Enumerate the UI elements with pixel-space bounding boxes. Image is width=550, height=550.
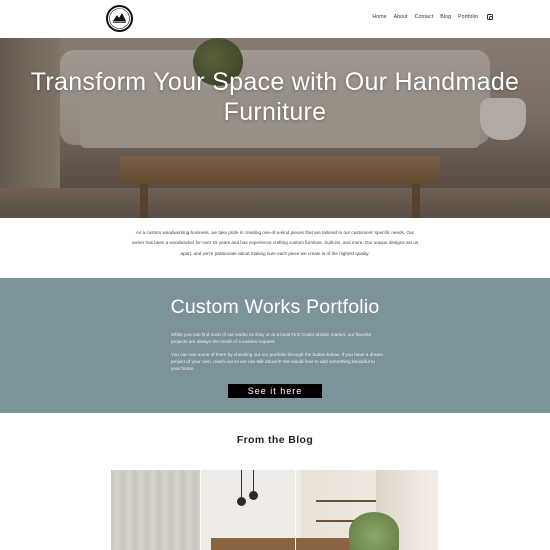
see-it-here-button[interactable]: See it here (228, 384, 322, 398)
hero-overlay (0, 38, 550, 218)
hero-banner: Transform Your Space with Our Handmade F… (0, 38, 550, 218)
nav-contact[interactable]: Contact (415, 14, 434, 20)
blog-image-counter (211, 538, 351, 550)
hero-title: Transform Your Space with Our Handmade F… (30, 68, 520, 126)
blog-post-image[interactable] (111, 470, 438, 550)
portfolio-section: Custom Works Portfolio While you can fin… (0, 278, 550, 413)
nav-blog[interactable]: Blog (440, 14, 451, 20)
intro-text: As a custom woodworking business, we tak… (131, 230, 419, 256)
blog-title: From the Blog (236, 434, 314, 446)
blog-image-divider (295, 470, 296, 550)
portfolio-title: Custom Works Portfolio (170, 296, 380, 318)
instagram-icon[interactable] (487, 14, 493, 20)
portfolio-paragraph-2: You can see some of them by checking out… (171, 352, 383, 371)
portfolio-paragraph-1: While you can find most of our works on … (171, 332, 372, 344)
blog-image-wall-panels (111, 470, 201, 550)
blog-image-plant (349, 512, 399, 550)
main-nav: Home About Contact Blog Portfolio (372, 14, 493, 20)
blog-image-pendant-cord (241, 470, 242, 498)
nav-home[interactable]: Home (372, 14, 386, 20)
blog-image-pendant-cord (253, 470, 254, 492)
blog-image-pendant-lamp (249, 491, 258, 500)
blog-image-shelf (316, 500, 376, 502)
blog-image-pendant-lamp (237, 497, 246, 506)
nav-portfolio[interactable]: Portfolio (458, 14, 478, 20)
site-header: Home About Contact Blog Portfolio (0, 0, 550, 38)
nav-about[interactable]: About (394, 14, 408, 20)
blog-image-divider (200, 470, 201, 550)
site-logo[interactable] (106, 5, 133, 32)
